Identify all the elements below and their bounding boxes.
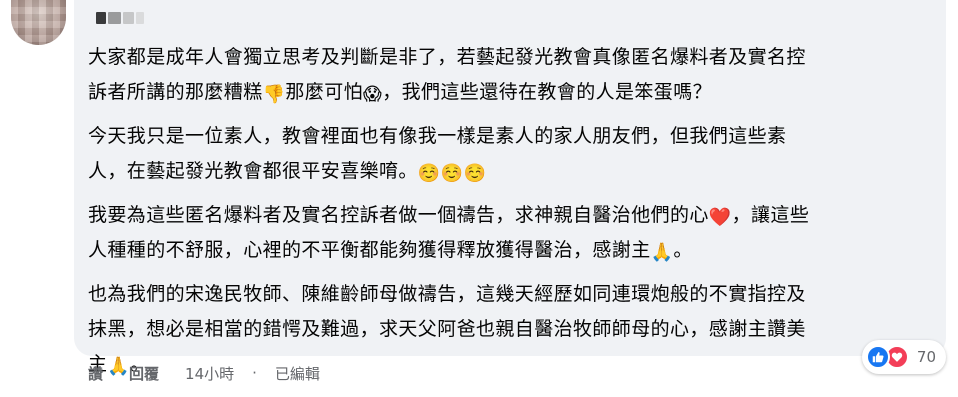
comment-body: 大家都是成年人會獨立思考及判斷是非了，若藝起發光教會真像匿名爆料者及實名控 訴者所… — [88, 40, 938, 391]
smiling-face-emoji: ☺️ — [440, 163, 464, 184]
comment-paragraph: 大家都是成年人會獨立思考及判斷是非了，若藝起發光教會真像匿名爆料者及實名控 訴者所… — [88, 40, 938, 110]
comment-line: 抹黑，想必是相當的錯愕及難過，求天父阿爸也親自醫治牧師師母的心，感謝主讚美 — [88, 312, 938, 347]
comment-text-segment: 今天我只是一位素人，教會裡面也有像我一樣是素人的家人朋友們，但我們這些素 — [88, 125, 787, 147]
comment-text-segment: ，我們這些還待在教會的人是笨蛋嗎？ — [382, 81, 713, 103]
edited-label[interactable]: 已編輯 — [275, 363, 320, 384]
comment-line: 我要為這些匿名爆料者及實名控訴者做一個禱告，求神親自醫治他們的心❤️，讓這些 — [88, 198, 938, 233]
separator-dot: · — [252, 364, 257, 382]
comment-line: 訴者所講的那麼糟糕👎那麼可怕😱，我們這些還待在教會的人是笨蛋嗎？ — [88, 75, 938, 110]
comment-text-segment: 人種種的不舒服，心裡的不平衡都能夠獲得釋放獲得醫治，感謝主 — [88, 239, 651, 261]
comment: 大家都是成年人會獨立思考及判斷是非了，若藝起發光教會真像匿名爆料者及實名控 訴者所… — [0, 0, 958, 397]
comment-line: 今天我只是一位素人，教會裡面也有像我一樣是素人的家人朋友們，但我們這些素 — [88, 119, 938, 154]
reaction-count: 70 — [916, 348, 936, 366]
red-heart-emoji: ❤️ — [708, 207, 732, 228]
comment-line: 也為我們的宋逸民牧師、陳維齡師母做禱告，這幾天經歷如同連環炮般的不實指控及 — [88, 277, 938, 312]
redaction-block — [122, 12, 135, 24]
comment-paragraph: 今天我只是一位素人，教會裡面也有像我一樣是素人的家人朋友們，但我們這些素 人，在藝… — [88, 119, 938, 189]
timestamp-link[interactable]: 14小時 — [185, 363, 234, 384]
avatar[interactable] — [11, 0, 66, 45]
comment-text-segment: 那麼可怕 — [285, 81, 364, 103]
comment-text-segment: 我要為這些匿名爆料者及實名控訴者做一個禱告，求神親自醫治他們的心 — [88, 204, 709, 226]
screaming-face-emoji: 😱 — [363, 84, 383, 105]
smiling-face-emoji: ☺️ — [417, 163, 441, 184]
avatar-blur — [11, 0, 66, 45]
comment-text-segment: 。 — [673, 239, 693, 261]
comment-text-segment: 抹黑，想必是相當的錯愕及難過，求天父阿爸也親自醫治牧師師母的心，感謝主讚美 — [88, 318, 806, 340]
like-button[interactable]: 讚 — [88, 363, 103, 384]
redaction-block — [96, 12, 106, 24]
comment-actions: 讚 回覆 14小時 · 已編輯 — [88, 362, 320, 384]
comment-text-segment: ，讓這些 — [731, 204, 810, 226]
smiling-face-emoji: ☺️ — [463, 163, 487, 184]
thumbs-down-emoji: 👎 — [262, 84, 286, 105]
comment-paragraph: 我要為這些匿名爆料者及實名控訴者做一個禱告，求神親自醫治他們的心❤️，讓這些 人種… — [88, 198, 938, 268]
comment-text-segment: 大家都是成年人會獨立思考及判斷是非了，若藝起發光教會真像匿名爆料者及實名控 — [88, 46, 806, 68]
reply-button[interactable]: 回覆 — [129, 363, 159, 384]
comment-text-segment: 也為我們的宋逸民牧師、陳維齡師母做禱告，這幾天經歷如同連環炮般的不實指控及 — [88, 283, 806, 305]
comment-line: 人種種的不舒服，心裡的不平衡都能夠獲得釋放獲得醫治，感謝主🙏。 — [88, 233, 938, 268]
author-name-redacted[interactable] — [96, 11, 144, 25]
comment-text-segment: 訴者所講的那麼糟糕 — [88, 81, 263, 103]
redaction-block — [136, 12, 144, 24]
reactions-summary[interactable]: 70 — [861, 340, 946, 374]
comment-line: 大家都是成年人會獨立思考及判斷是非了，若藝起發光教會真像匿名爆料者及實名控 — [88, 40, 938, 75]
comment-line: 人，在藝起發光教會都很平安喜樂唷。☺️☺️☺️ — [88, 154, 938, 189]
redaction-block — [107, 12, 121, 24]
praying-hands-emoji: 🙏 — [650, 242, 674, 263]
comment-text-segment: 人，在藝起發光教會都很平安喜樂唷。 — [88, 160, 418, 182]
like-icon — [865, 345, 890, 369]
